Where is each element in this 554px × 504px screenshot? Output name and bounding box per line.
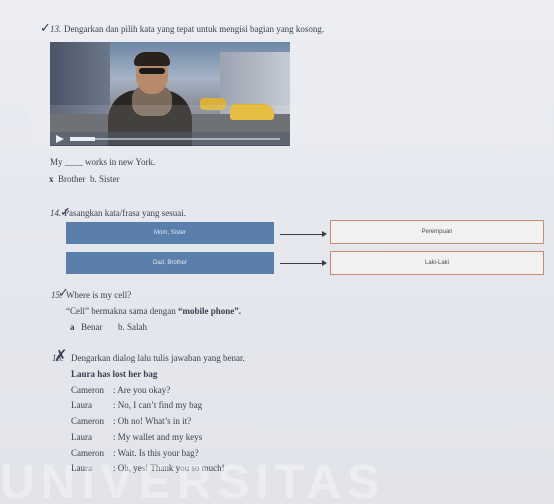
- dialog-line: : Oh no! What’s in it?: [113, 416, 192, 426]
- q13-sentence: My ____ works in new York.: [50, 157, 156, 167]
- q13-option-a-mark[interactable]: x: [49, 174, 54, 184]
- q14-number: 14.: [50, 208, 62, 218]
- match-left-box-1[interactable]: Mom, Sister: [66, 222, 274, 244]
- dialog-line: : Are you okay?: [113, 385, 171, 395]
- q15-option-b[interactable]: b. Salah: [118, 322, 147, 332]
- dialog-line: : My wallet and my keys: [113, 432, 203, 442]
- q15-statement: “Cell” bermakna sama dengan “mobile phon…: [66, 306, 241, 316]
- dialog-speaker: Laura: [71, 400, 92, 410]
- q16-number: 16.: [52, 353, 64, 363]
- match-right-box-1[interactable]: Perempuan: [330, 220, 544, 244]
- dialog-speaker: Cameron: [71, 385, 104, 395]
- q13-option-b[interactable]: b. Sister: [90, 174, 120, 184]
- q15-option-a[interactable]: Benar: [81, 322, 103, 332]
- dialog-speaker: Cameron: [71, 416, 104, 426]
- video-person-glasses: [139, 68, 165, 74]
- q15-question: Where is my cell?: [66, 290, 132, 300]
- arrow-head-icon: [322, 231, 327, 237]
- q16-instruction: Dengarkan dialog lalu tulis jawaban yang…: [71, 353, 245, 363]
- match-left-box-2[interactable]: Dad, Brother: [66, 252, 274, 274]
- q14-instruction: Pasangkan kata/frasa yang sesuai.: [64, 208, 186, 218]
- worksheet-page: ✓ 13. Dengarkan dan pilih kata yang tepa…: [0, 0, 554, 504]
- watermark-band: [30, 105, 550, 145]
- q13-option-a[interactable]: Brother: [58, 174, 86, 184]
- arrow-head-icon: [322, 260, 327, 266]
- dialog-line: : No, I can’t find my bag: [113, 400, 203, 410]
- q15-statement-bold: “mobile phone”.: [177, 306, 241, 316]
- match-line-1: [280, 234, 325, 235]
- watermark: UNIVERSITAS: [0, 456, 386, 504]
- match-right-box-2[interactable]: Laki-Laki: [330, 251, 544, 275]
- video-person-hair: [134, 52, 170, 66]
- match-line-2: [280, 263, 325, 264]
- q13-number: 13.: [50, 24, 62, 34]
- q13-instruction: Dengarkan dan pilih kata yang tepat untu…: [64, 24, 325, 34]
- q15-number: 15.: [51, 290, 63, 300]
- dialog-speaker: Laura: [71, 432, 92, 442]
- q15-statement-text: “Cell” bermakna sama dengan: [66, 306, 178, 316]
- q15-option-a-mark[interactable]: a: [70, 322, 75, 332]
- q16-title: Laura has lost her bag: [71, 369, 158, 379]
